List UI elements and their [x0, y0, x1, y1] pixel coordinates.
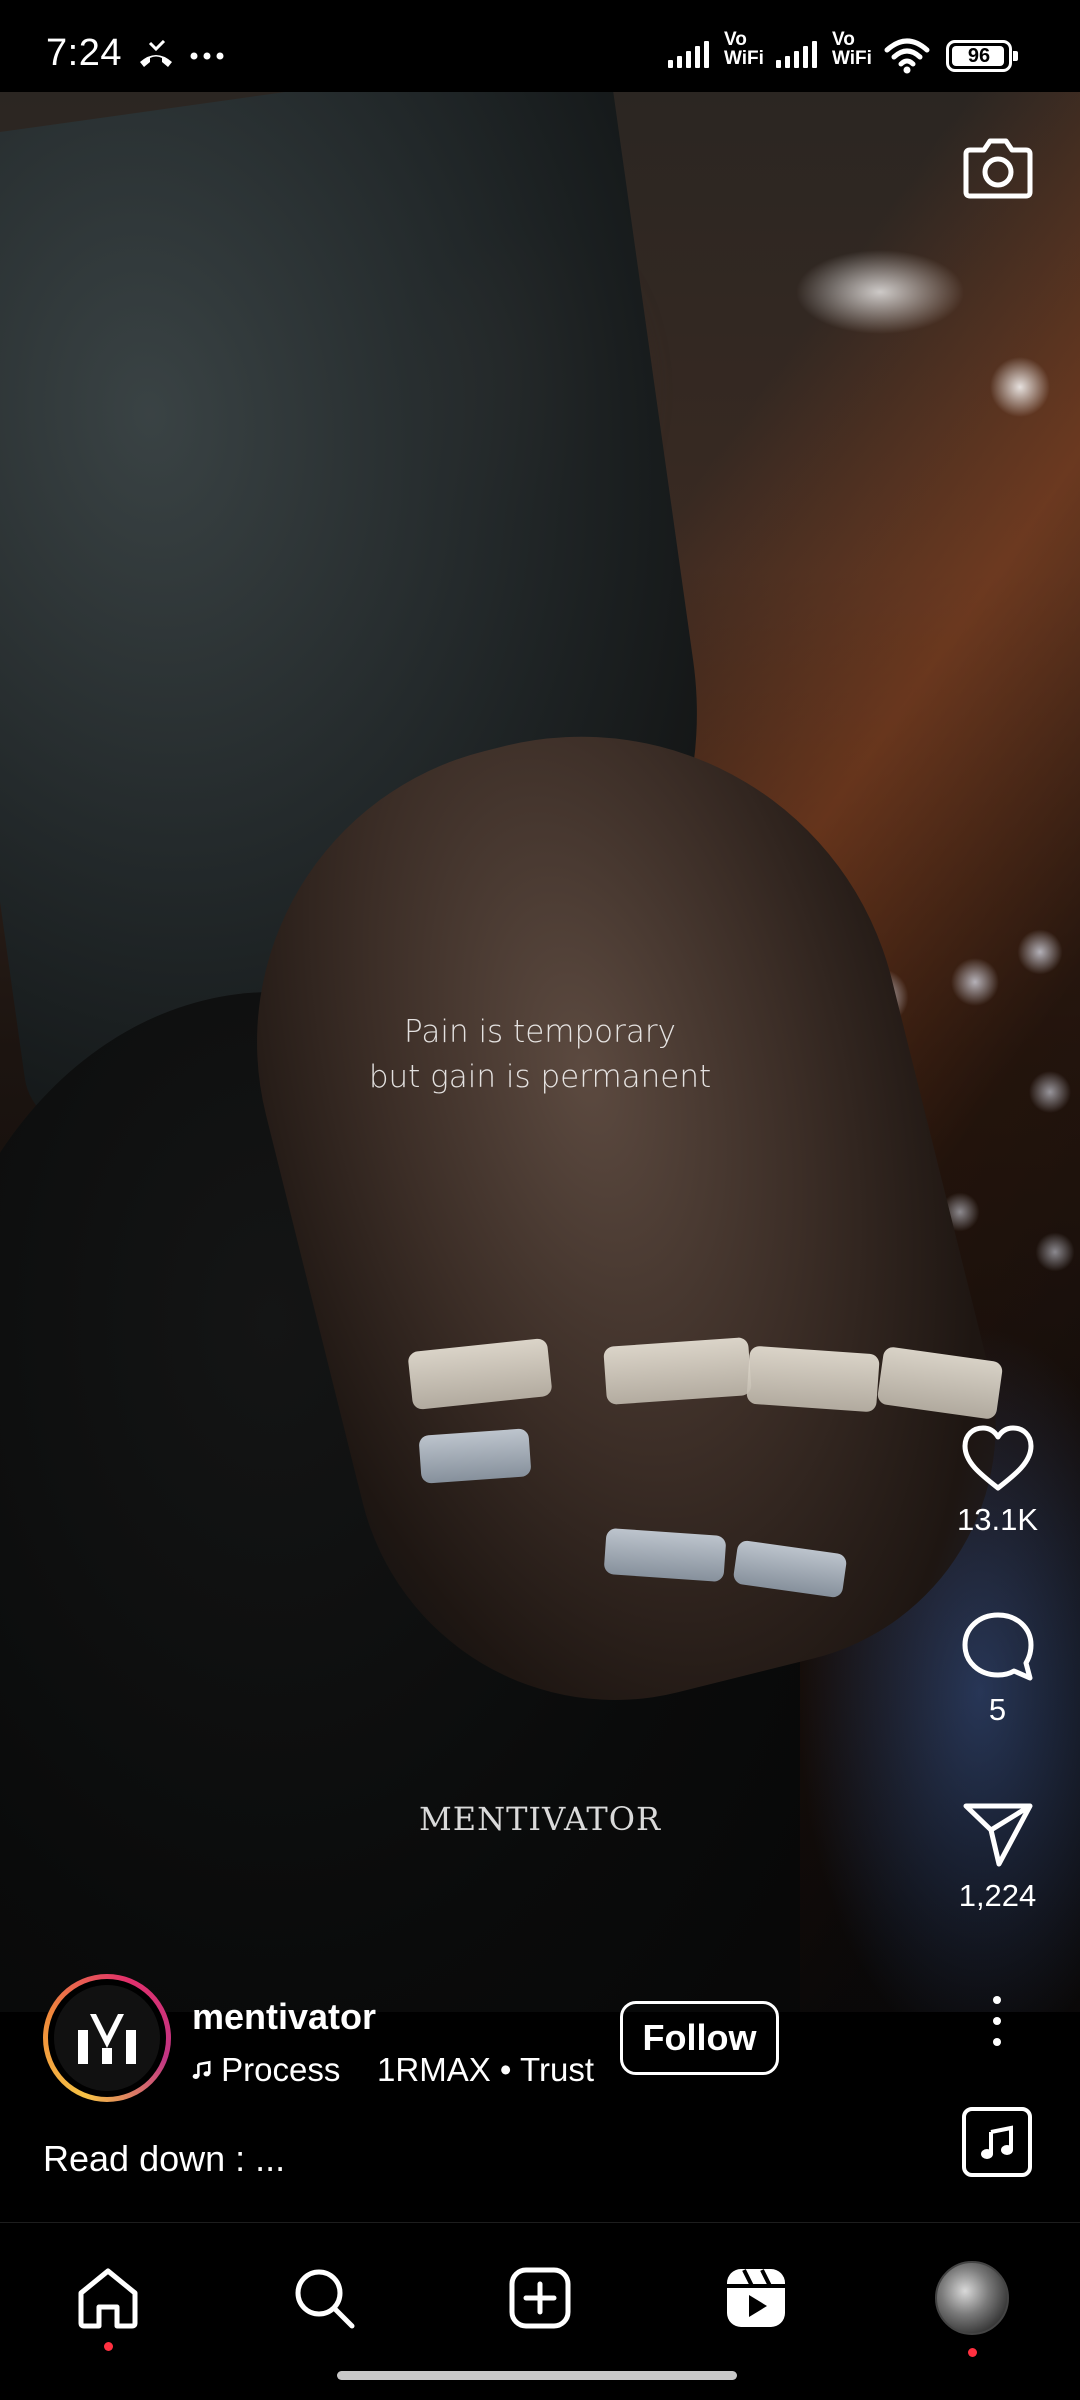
- heart-icon[interactable]: [960, 1424, 1036, 1494]
- nav-profile[interactable]: [932, 2258, 1012, 2357]
- share-count: 1,224: [958, 1878, 1037, 1913]
- plus-square-icon: [509, 2267, 571, 2329]
- nav-reels[interactable]: [716, 2258, 796, 2338]
- follow-button[interactable]: Follow: [620, 2001, 779, 2075]
- reels-icon: [727, 2269, 785, 2327]
- tape-5: [418, 1428, 532, 1484]
- search-icon: [295, 2269, 355, 2329]
- quote-line-2: but gain is permanent: [368, 1059, 712, 1095]
- missed-call-icon: [140, 40, 172, 67]
- nav-home[interactable]: [68, 2258, 148, 2351]
- reel-video[interactable]: Pain is temporary but gain is permanent …: [0, 92, 1080, 2012]
- reel-watermark: MENTIVATOR: [418, 1800, 662, 1838]
- comment-action[interactable]: 5: [940, 1610, 1055, 1728]
- like-count: 13.1K: [956, 1502, 1038, 1537]
- reel-quote: Pain is temporary but gain is permanent: [0, 1010, 1080, 1100]
- home-indicator[interactable]: [337, 2371, 737, 2380]
- nav-create[interactable]: [500, 2258, 580, 2338]
- status-bar: 7:24 Vo WiFi Vo WiFi 96: [0, 0, 1080, 92]
- comment-count: 5: [988, 1692, 1007, 1727]
- profile-avatar: [935, 2261, 1009, 2335]
- home-icon: [78, 2268, 138, 2329]
- camera-icon[interactable]: [960, 130, 1036, 206]
- comment-icon[interactable]: [960, 1610, 1036, 1684]
- author-avatar[interactable]: [43, 1974, 171, 2102]
- battery-level: 96: [967, 44, 991, 67]
- author-username[interactable]: mentivator: [192, 1996, 376, 2038]
- quote-line-1: Pain is temporary: [404, 1014, 676, 1050]
- signal-icon: [668, 40, 709, 68]
- tape-6: [603, 1527, 727, 1583]
- more-options-icon[interactable]: [985, 1996, 1009, 2046]
- profile-notification-dot: [968, 2348, 977, 2357]
- share-action[interactable]: 1,224: [940, 1800, 1055, 1914]
- network-label-1: Vo WiFi: [724, 29, 764, 69]
- music-note-icon: [981, 2125, 1013, 2159]
- tape-2: [603, 1337, 752, 1405]
- network-label-2: Vo WiFi: [832, 29, 872, 69]
- wifi-icon: [884, 38, 930, 74]
- send-icon[interactable]: [961, 1800, 1035, 1870]
- status-time: 7:24: [46, 32, 122, 74]
- audio-info[interactable]: Process 1RMAX • Trust: [192, 2050, 594, 2090]
- mentivator-logo-icon: [78, 2014, 136, 2064]
- home-notification-dot: [104, 2342, 113, 2351]
- nav-search[interactable]: [284, 2258, 364, 2338]
- reel-caption[interactable]: Read down : ...: [43, 2138, 285, 2180]
- audio-text: Process 1RMAX • Trust: [221, 2051, 594, 2088]
- audio-thumbnail[interactable]: [962, 2107, 1032, 2177]
- tape-3: [746, 1345, 880, 1413]
- battery-icon: 96: [946, 40, 1018, 72]
- more-dots-icon: [190, 52, 224, 60]
- music-icon: [192, 2060, 211, 2079]
- like-action[interactable]: 13.1K: [940, 1424, 1055, 1538]
- signal-icon-2: [776, 40, 817, 68]
